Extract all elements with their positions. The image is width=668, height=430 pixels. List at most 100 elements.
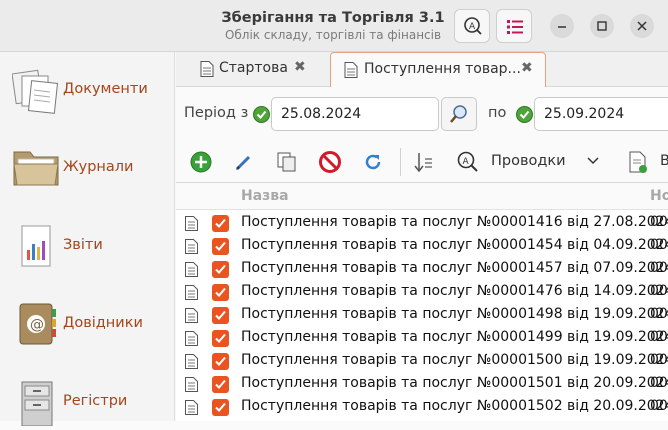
row-checkbox[interactable] — [212, 353, 229, 370]
row-number: 00 — [650, 352, 668, 368]
sidebar-label-directories: Довідники — [63, 315, 143, 331]
address-book-icon: @ — [19, 303, 56, 345]
title-bar: Зберігання та Торгівля 3.1 Облік складу,… — [0, 0, 668, 52]
row-checkbox[interactable] — [212, 215, 229, 232]
row-checkbox[interactable] — [212, 307, 229, 324]
delete-icon[interactable] — [318, 150, 342, 174]
toolbar-separator — [400, 148, 401, 176]
period-from-input[interactable]: 25.08.2024 — [271, 97, 439, 131]
row-checkbox[interactable] — [212, 284, 229, 301]
document-icon — [185, 308, 198, 323]
table-row[interactable]: Поступлення товарів та послуг №00001501 … — [176, 373, 668, 396]
documents-icon — [12, 69, 59, 114]
period-to-input[interactable]: 25.09.2024 — [534, 97, 668, 131]
row-number: 00 — [650, 375, 668, 391]
row-checkbox[interactable] — [212, 238, 229, 255]
report-icon — [21, 225, 51, 267]
row-name: Поступлення товарів та послуг №00001502 … — [241, 398, 668, 414]
document-icon — [200, 61, 214, 77]
tab-start-close-icon[interactable]: ✖ — [294, 59, 306, 75]
sort-down-icon[interactable] — [412, 150, 436, 174]
period-from-label: Період з — [184, 105, 249, 121]
tab-receipts-label: Поступлення товар... — [364, 61, 521, 77]
row-number: 00 — [650, 329, 668, 345]
sidebar-label-reports: Звіти — [63, 237, 103, 253]
row-number: 00 — [650, 306, 668, 322]
add-icon[interactable] — [189, 150, 213, 174]
documents-table: Назва Но Поступлення товарів та послуг №… — [176, 182, 668, 421]
maximize-button[interactable] — [590, 14, 614, 38]
table-header: Назва Но — [176, 183, 668, 210]
sidebar: Документи Журнали Звіти @ Довідники Регі… — [0, 52, 175, 426]
period-to-label: по — [488, 105, 507, 121]
tab-start-label: Стартова — [219, 60, 288, 76]
copy-icon[interactable] — [275, 150, 299, 174]
table-row[interactable]: Поступлення товарів та послуг №00001457 … — [176, 258, 668, 281]
sidebar-label-journals: Журнали — [63, 159, 134, 175]
document-icon — [185, 216, 198, 231]
document-icon — [185, 285, 198, 300]
table-row[interactable]: Поступлення товарів та послуг №00001476 … — [176, 281, 668, 304]
table-row[interactable]: Поступлення товарів та послуг №00001499 … — [176, 327, 668, 350]
provodky-button-label[interactable]: Проводки — [491, 153, 566, 169]
new-document-icon[interactable] — [626, 150, 650, 174]
chevron-down-icon[interactable] — [586, 154, 600, 168]
search-doc-button[interactable]: A — [454, 9, 490, 43]
checkmark-green-icon — [516, 106, 533, 123]
search-icon — [450, 105, 467, 123]
row-number: 00 — [650, 398, 668, 414]
refresh-icon[interactable] — [361, 150, 385, 174]
close-icon — [637, 21, 647, 31]
svg-text:A: A — [469, 22, 476, 32]
row-name: Поступлення товарів та послуг №00001499 … — [241, 329, 668, 345]
document-icon — [185, 262, 198, 277]
row-name: Поступлення товарів та послуг №00001416 … — [241, 214, 668, 230]
document-icon — [344, 62, 358, 78]
document-icon — [185, 354, 198, 369]
close-button[interactable] — [630, 14, 654, 38]
table-row[interactable]: Поступлення товарів та послуг №00001500 … — [176, 350, 668, 373]
document-icon — [185, 239, 198, 254]
list-menu-button[interactable] — [496, 9, 532, 43]
tab-receipts[interactable]: Поступлення товар... ✖ — [330, 52, 546, 87]
folder-icon — [13, 151, 59, 186]
sidebar-label-registers: Регістри — [63, 393, 128, 409]
edit-pencil-icon[interactable] — [232, 150, 256, 174]
table-row[interactable]: Поступлення товарів та послуг №00001454 … — [176, 235, 668, 258]
column-header-name[interactable]: Назва — [241, 188, 289, 204]
tab-bar: Стартова ✖ Поступлення товар... ✖ — [176, 52, 668, 87]
maximize-icon — [597, 21, 607, 31]
column-header-number[interactable]: Но — [650, 188, 668, 204]
sidebar-item-documents[interactable]: Документи — [0, 58, 175, 118]
tab-start[interactable]: Стартова ✖ — [196, 52, 316, 87]
row-name: Поступлення товарів та послуг №00001454 … — [241, 237, 668, 253]
row-number: 00 — [650, 260, 668, 276]
search-button[interactable] — [441, 97, 477, 131]
sidebar-item-reports[interactable]: Звіти — [0, 214, 175, 274]
search-a-icon[interactable]: A — [456, 150, 480, 174]
row-name: Поступлення товарів та послуг №00001498 … — [241, 306, 668, 322]
sidebar-item-journals[interactable]: Журнали — [0, 136, 175, 196]
row-checkbox[interactable] — [212, 330, 229, 347]
partial-button-label[interactable]: В — [660, 153, 668, 169]
document-icon — [185, 400, 198, 415]
row-number: 00 — [650, 214, 668, 230]
table-row[interactable]: Поступлення товарів та послуг №00001502 … — [176, 396, 668, 419]
minimize-button[interactable] — [550, 14, 574, 38]
row-name: Поступлення товарів та послуг №00001476 … — [241, 283, 668, 299]
row-checkbox[interactable] — [212, 261, 229, 278]
minimize-icon — [558, 26, 566, 28]
row-name: Поступлення товарів та послуг №00001500 … — [241, 352, 668, 368]
table-row[interactable]: Поступлення товарів та послуг №00001416 … — [176, 212, 668, 235]
toolbar: A Проводки В — [176, 142, 668, 182]
document-icon — [185, 377, 198, 392]
row-checkbox[interactable] — [212, 376, 229, 393]
cabinet-icon — [21, 381, 53, 426]
table-row[interactable]: Поступлення товарів та послуг №00001498 … — [176, 304, 668, 327]
sidebar-item-registers[interactable]: Регістри — [0, 370, 175, 430]
sidebar-item-directories[interactable]: @ Довідники — [0, 292, 175, 352]
period-filter: Період з 25.08.2024 по 25.09.2024 — [176, 88, 668, 138]
row-checkbox[interactable] — [212, 399, 229, 416]
svg-text:@: @ — [30, 317, 44, 333]
tab-receipts-close-icon[interactable]: ✖ — [521, 60, 533, 76]
